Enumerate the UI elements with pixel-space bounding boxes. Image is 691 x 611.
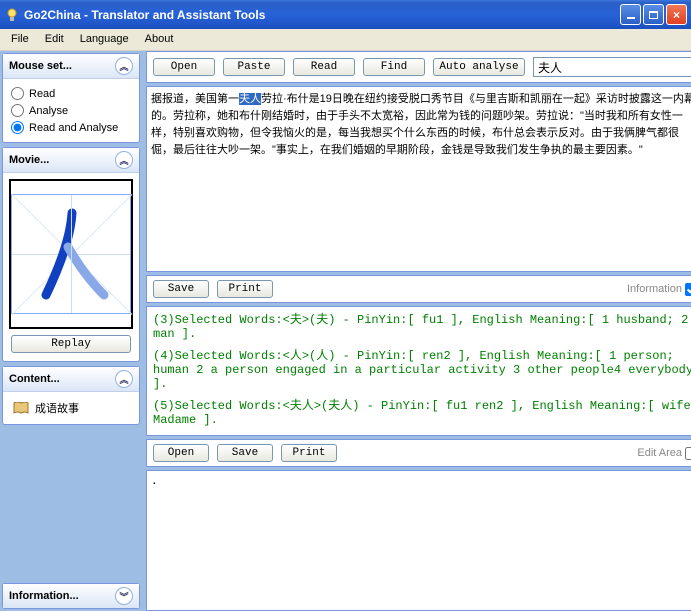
book-icon xyxy=(13,402,29,414)
radio-analyse-label: Analyse xyxy=(29,105,68,117)
maximize-button[interactable] xyxy=(643,4,664,25)
information-panel: Information... ︾ xyxy=(2,583,140,609)
close-button[interactable]: × xyxy=(666,4,687,25)
radio-read-analyse[interactable]: Read and Analyse xyxy=(11,119,131,136)
info-line-3: (3)Selected Words:<夫>(夫) - PinYin:[ fu1 … xyxy=(153,313,691,341)
content-item-label: 成语故事 xyxy=(35,400,79,416)
edit-open-button[interactable]: Open xyxy=(153,444,209,462)
title-bar: Go2China - Translator and Assistant Tool… xyxy=(0,0,691,29)
search-input[interactable] xyxy=(533,57,691,77)
information-label: Information xyxy=(627,283,682,295)
movie-panel: Movie... ︽ Replay xyxy=(2,147,140,362)
stroke-animation xyxy=(9,179,133,329)
mouse-set-panel: Mouse set... ︽ Read Analyse Read and Ana… xyxy=(2,53,140,143)
replay-button[interactable]: Replay xyxy=(11,335,131,353)
auto-analyse-button[interactable]: Auto analyse xyxy=(433,58,525,76)
editarea-label: Edit Area xyxy=(637,447,682,459)
mouse-set-title: Mouse set... xyxy=(9,60,72,72)
info-toolbar: Save Print Information xyxy=(146,275,691,303)
open-button[interactable]: Open xyxy=(153,58,215,76)
find-button[interactable]: Find xyxy=(363,58,425,76)
radio-read[interactable]: Read xyxy=(11,85,131,102)
radio-analyse[interactable]: Analyse xyxy=(11,102,131,119)
edit-save-button[interactable]: Save xyxy=(217,444,273,462)
sidebar: Mouse set... ︽ Read Analyse Read and Ana… xyxy=(0,51,142,611)
content-title: Content... xyxy=(9,373,60,385)
information-pane[interactable]: (3)Selected Words:<夫>(夫) - PinYin:[ fu1 … xyxy=(146,306,691,436)
menu-about[interactable]: About xyxy=(138,31,181,48)
paste-button[interactable]: Paste xyxy=(223,58,285,76)
edit-toolbar: Open Save Print Edit Area xyxy=(146,439,691,467)
info-line-4: (4)Selected Words:<人>(人) - PinYin:[ ren2… xyxy=(153,349,691,391)
app-icon xyxy=(4,7,20,23)
content-item-chengyu[interactable]: 成语故事 xyxy=(11,398,131,418)
radio-read-analyse-label: Read and Analyse xyxy=(29,122,118,134)
collapse-icon[interactable]: ︽ xyxy=(115,370,133,388)
editarea-toggle[interactable]: Edit Area xyxy=(637,447,691,460)
edit-content: . xyxy=(151,476,158,488)
window-title: Go2China - Translator and Assistant Tool… xyxy=(24,8,620,22)
main-text-pane[interactable]: 据报道，美国第一夫人劳拉·布什是19日晚在纽约接受脱口秀节目《与里吉斯和凯丽在一… xyxy=(146,86,691,272)
edit-area-pane[interactable]: . xyxy=(146,470,691,611)
menu-bar: File Edit Language About xyxy=(0,29,691,51)
minimize-button[interactable] xyxy=(620,4,641,25)
content-panel: Content... ︽ 成语故事 xyxy=(2,366,140,425)
collapse-icon[interactable]: ︽ xyxy=(115,151,133,169)
text-highlight: 夫人 xyxy=(239,93,261,105)
collapse-icon[interactable]: ︽ xyxy=(115,57,133,75)
print-button[interactable]: Print xyxy=(217,280,273,298)
movie-title: Movie... xyxy=(9,154,49,166)
save-button[interactable]: Save xyxy=(153,280,209,298)
radio-read-label: Read xyxy=(29,88,55,100)
main-toolbar: Open Paste Read Find Auto analyse xyxy=(146,51,691,83)
character-ren-icon xyxy=(12,195,132,315)
text-before: 据报道，美国第一 xyxy=(151,93,239,105)
info-line-5: (5)Selected Words:<夫人>(夫人) - PinYin:[ fu… xyxy=(153,399,691,427)
menu-file[interactable]: File xyxy=(4,31,36,48)
menu-edit[interactable]: Edit xyxy=(38,31,71,48)
information-toggle[interactable]: Information xyxy=(627,283,691,296)
menu-language[interactable]: Language xyxy=(73,31,136,48)
read-button[interactable]: Read xyxy=(293,58,355,76)
expand-icon[interactable]: ︾ xyxy=(115,587,133,605)
information-title: Information... xyxy=(9,590,79,602)
edit-print-button[interactable]: Print xyxy=(281,444,337,462)
